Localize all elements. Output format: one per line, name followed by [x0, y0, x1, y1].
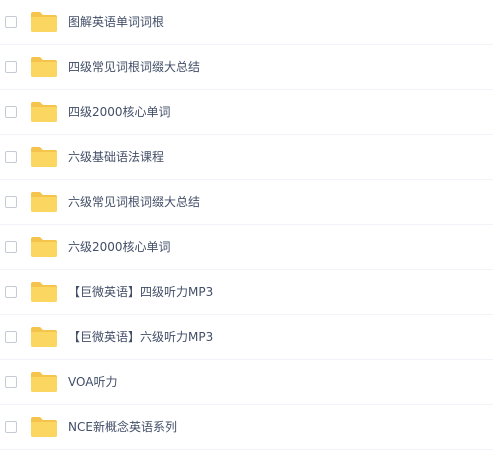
row-checkbox[interactable]: [5, 241, 17, 253]
file-name[interactable]: 六级2000核心单词: [68, 240, 171, 254]
row-checkbox[interactable]: [5, 196, 17, 208]
folder-icon: [30, 236, 58, 258]
file-list: 图解英语单词词根 四级常见词根词缀大总结 四级2000核心单词 六级基础语法课程…: [0, 0, 493, 471]
file-name[interactable]: 六级基础语法课程: [68, 150, 164, 164]
folder-icon: [30, 11, 58, 33]
row-checkbox[interactable]: [5, 16, 17, 28]
row-checkbox[interactable]: [5, 286, 17, 298]
row-checkbox[interactable]: [5, 106, 17, 118]
folder-icon: [30, 146, 58, 168]
list-item[interactable]: 【巨微英语】六级听力MP3: [0, 315, 493, 360]
file-name[interactable]: VOA听力: [68, 375, 117, 389]
folder-icon: [30, 281, 58, 303]
row-checkbox[interactable]: [5, 151, 17, 163]
file-name[interactable]: 图解英语单词词根: [68, 15, 164, 29]
row-checkbox[interactable]: [5, 376, 17, 388]
list-item[interactable]: VOA听力: [0, 360, 493, 405]
folder-icon: [30, 56, 58, 78]
list-item[interactable]: 图解英语单词词根: [0, 0, 493, 45]
list-item[interactable]: 四级2000核心单词: [0, 90, 493, 135]
folder-icon: [30, 101, 58, 123]
list-item[interactable]: NCE新概念英语系列: [0, 405, 493, 450]
list-item[interactable]: 【巨微英语】四级听力MP3: [0, 270, 493, 315]
file-name[interactable]: 四级常见词根词缀大总结: [68, 60, 200, 74]
row-checkbox[interactable]: [5, 421, 17, 433]
file-name[interactable]: 四级2000核心单词: [68, 105, 171, 119]
list-item[interactable]: 六级基础语法课程: [0, 135, 493, 180]
file-name[interactable]: NCE新概念英语系列: [68, 420, 177, 434]
list-item[interactable]: 六级2000核心单词: [0, 225, 493, 270]
folder-icon: [30, 371, 58, 393]
row-checkbox[interactable]: [5, 61, 17, 73]
row-checkbox[interactable]: [5, 331, 17, 343]
folder-icon: [30, 191, 58, 213]
list-item[interactable]: 四级常见词根词缀大总结: [0, 45, 493, 90]
folder-icon: [30, 416, 58, 438]
list-item[interactable]: 六级常见词根词缀大总结: [0, 180, 493, 225]
file-name[interactable]: 六级常见词根词缀大总结: [68, 195, 200, 209]
file-name[interactable]: 【巨微英语】四级听力MP3: [68, 285, 213, 299]
file-name[interactable]: 【巨微英语】六级听力MP3: [68, 330, 213, 344]
folder-icon: [30, 326, 58, 348]
